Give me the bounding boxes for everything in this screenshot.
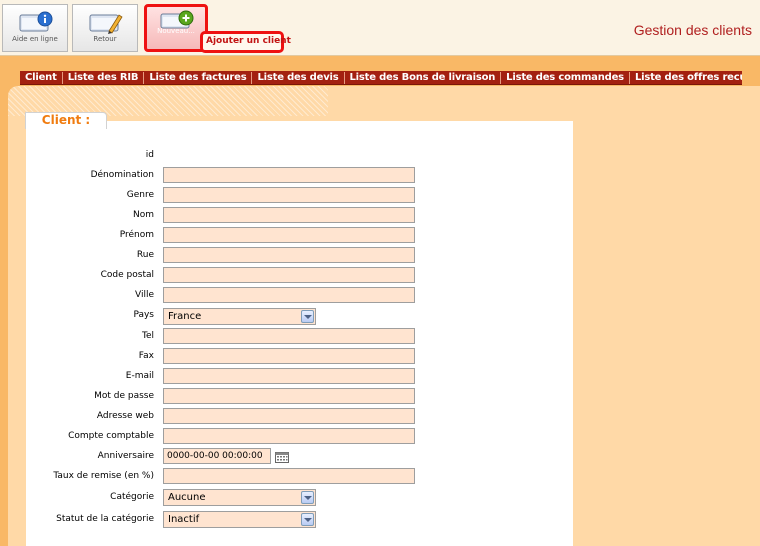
rue-label: Rue [136, 250, 154, 260]
tel-label: Tel [141, 331, 154, 341]
calendar-icon[interactable] [275, 452, 289, 463]
info-icon [19, 11, 53, 32]
ville-label: Ville [135, 290, 154, 300]
page-title: Gestion des clients [633, 22, 752, 38]
denomination-input[interactable] [163, 167, 415, 183]
statut-categorie-select-value: Inactif [168, 514, 200, 525]
email-label: E-mail [125, 371, 154, 381]
tab-bar: Client Liste des RIB Liste des factures … [20, 71, 742, 85]
back-button[interactable]: Retour [72, 4, 138, 52]
categorie-select-value: Aucune [168, 492, 206, 503]
adresse-web-input[interactable] [163, 408, 415, 424]
help-button[interactable]: Aide en ligne [2, 4, 68, 52]
nom-input[interactable] [163, 207, 415, 223]
edit-document-icon [89, 14, 123, 34]
pays-select[interactable]: France [163, 308, 316, 325]
mot-de-passe-label: Mot de passe [94, 391, 154, 401]
denomination-label: Dénomination [90, 170, 154, 180]
fax-input[interactable] [163, 348, 415, 364]
tab-order-list[interactable]: Liste des commandes [501, 71, 630, 84]
anniversaire-input[interactable]: 0000-00-00 00:00:00 [163, 448, 271, 464]
new-client-button-label: Nouveau... [157, 27, 195, 35]
statut-categorie-label: Statut de la catégorie [56, 514, 154, 524]
top-toolbar: Aide en ligne Retour Nouveau... Ajouter … [0, 0, 760, 56]
tab-rib-list[interactable]: Liste des RIB [63, 71, 145, 84]
add-client-tooltip: Ajouter un client [200, 31, 291, 53]
code-postal-input[interactable] [163, 267, 415, 283]
chevron-down-icon[interactable] [301, 310, 314, 323]
tab-client[interactable]: Client [20, 71, 63, 84]
fax-label: Fax [138, 351, 154, 361]
adresse-web-label: Adresse web [96, 411, 154, 421]
code-postal-label: Code postal [100, 270, 154, 280]
tab-recurring-offer-list[interactable]: Liste des offres recurrentes [630, 72, 742, 84]
prenom-input[interactable] [163, 227, 415, 243]
tab-quote-list[interactable]: Liste des devis [252, 71, 345, 84]
taux-remise-input[interactable] [163, 468, 415, 484]
new-client-button[interactable]: Nouveau... [144, 4, 208, 52]
mot-de-passe-input[interactable] [163, 388, 415, 404]
email-input[interactable] [163, 368, 415, 384]
genre-input[interactable] [163, 187, 415, 203]
tab-delivery-note-list[interactable]: Liste des Bons de livraison [345, 71, 502, 84]
help-button-label: Aide en ligne [12, 35, 58, 43]
statut-categorie-select[interactable]: Inactif [163, 511, 316, 528]
compte-comptable-label: Compte comptable [68, 431, 154, 441]
taux-remise-label: Taux de remise (en %) [53, 471, 154, 481]
pays-label: Pays [133, 310, 154, 320]
rue-input[interactable] [163, 247, 415, 263]
id-label: id [145, 150, 154, 160]
section-title: Client : [25, 112, 107, 129]
chevron-down-icon[interactable] [301, 513, 314, 526]
compte-comptable-input[interactable] [163, 428, 415, 444]
ville-input[interactable] [163, 287, 415, 303]
prenom-label: Prénom [119, 230, 154, 240]
categorie-label: Catégorie [110, 492, 154, 502]
chevron-down-icon[interactable] [301, 491, 314, 504]
genre-label: Genre [126, 190, 154, 200]
anniversaire-label: Anniversaire [97, 451, 154, 461]
pays-select-value: France [168, 311, 202, 322]
back-button-label: Retour [93, 35, 117, 43]
tel-input[interactable] [163, 328, 415, 344]
nom-label: Nom [132, 210, 154, 220]
tab-invoice-list[interactable]: Liste des factures [144, 71, 253, 84]
categorie-select[interactable]: Aucune [163, 489, 316, 506]
